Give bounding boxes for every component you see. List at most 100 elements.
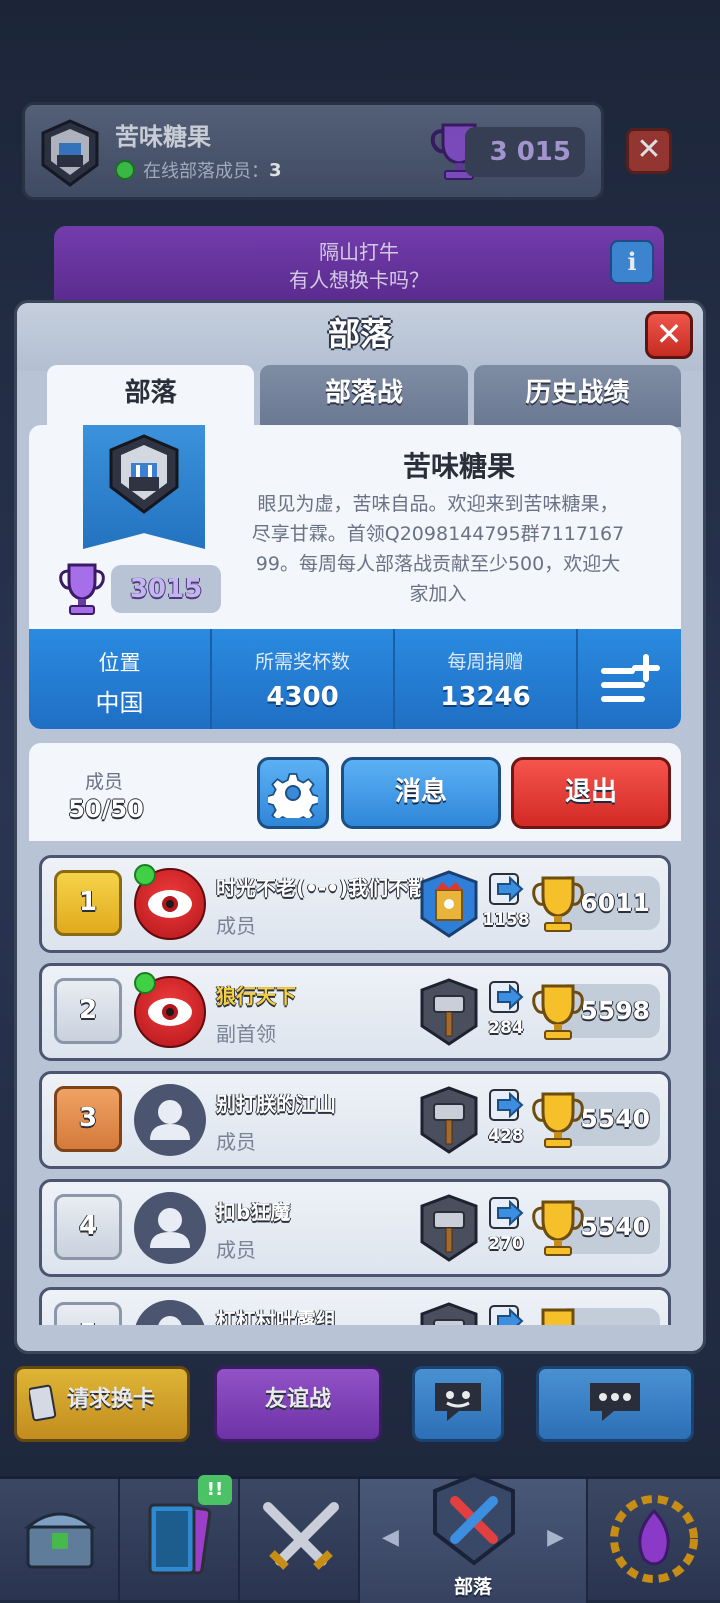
member-role: 成员 (216, 914, 256, 938)
rank-badge: 1 (54, 870, 122, 936)
donation-icon (489, 1089, 524, 1121)
right-arrow-icon: ▶ (547, 1525, 564, 1550)
member-name: 别打朕的江山 (216, 1092, 336, 1116)
online-status-icon (134, 864, 156, 886)
settings-button[interactable] (257, 757, 329, 829)
clan-banner (83, 425, 205, 549)
avatar (134, 1192, 206, 1264)
member-role: 副首领 (216, 1022, 276, 1046)
trophy-icon (532, 1092, 584, 1148)
rank-badge: 3 (54, 1086, 122, 1152)
donation-icon (489, 981, 524, 1013)
donation-count: 284 (488, 1018, 524, 1038)
chat-message-preview: 隔山打牛 有人想换卡吗？ i (54, 226, 664, 310)
stat-weekly-donations: 每周捐赠 13246 (395, 629, 578, 729)
emote-icon (435, 1383, 481, 1421)
member-list[interactable]: 1 时光不老(•-•)我们不散 成员 1158 6011 2 狼行天下 副首领 … (39, 855, 671, 1325)
online-label: 在线部落成员： (143, 161, 269, 182)
members-label: 成员 (84, 771, 123, 793)
trophy-icon (532, 1200, 584, 1256)
online-status-icon (134, 972, 156, 994)
nav-shop[interactable] (0, 1479, 120, 1603)
rank-badge: 5 (54, 1302, 122, 1325)
member-name: 杠杠村吐露组 (216, 1308, 336, 1325)
clan-nav-icon (433, 1472, 515, 1566)
clan-info-card: 3015 苦味糖果 眼见为虚，苦味自品。欢迎来到苦味糖果，尽享甘霖。首领Q209… (29, 425, 681, 729)
message-button[interactable]: 消息 (341, 757, 501, 829)
chat-sender: 隔山打牛 (319, 240, 399, 264)
chat-button[interactable] (536, 1366, 694, 1442)
tab-war-history[interactable]: 历史战绩 (473, 365, 681, 427)
donation-count: 270 (488, 1234, 524, 1254)
clan-name: 苦味糖果 (115, 123, 211, 151)
panel-title: 部落 (17, 303, 703, 371)
clan-trophies: 3 015 (465, 127, 585, 177)
member-row[interactable]: 2 狼行天下 副首领 284 5598 (39, 963, 671, 1061)
default-avatar-icon (150, 1100, 190, 1140)
member-row[interactable]: 1 时光不老(•-•)我们不散 成员 1158 6011 (39, 855, 671, 953)
clan-menu-button[interactable] (578, 629, 681, 729)
info-icon[interactable]: i (610, 240, 654, 284)
trophy-icon (541, 1308, 575, 1325)
cards-icon (148, 1503, 212, 1575)
chat-bubble-icon (590, 1383, 640, 1421)
nav-battle[interactable] (240, 1479, 360, 1603)
rank-badge: 2 (54, 978, 122, 1044)
rank-badge: 4 (54, 1194, 122, 1260)
avatar (134, 1084, 206, 1156)
stat-required-label: 所需奖杯数 (254, 651, 350, 673)
member-name: 狼行天下 (216, 984, 296, 1008)
nav-clan[interactable]: ◀ ▶ 部落 (360, 1472, 588, 1603)
friendly-battle-button[interactable]: 友谊战 (214, 1366, 382, 1442)
clan-trophy-count: 3015 (111, 565, 221, 613)
online-dot-icon (115, 160, 135, 180)
clan-badge-icon (109, 434, 179, 514)
hammer-arena-icon (420, 1302, 478, 1325)
close-button[interactable]: ✕ (645, 311, 693, 359)
donation-count: 428 (488, 1126, 524, 1146)
default-avatar-icon (150, 1208, 190, 1248)
laurel-icon (610, 1495, 698, 1583)
members-count: 50/50 (68, 795, 144, 823)
hammer-arena-icon (420, 978, 478, 1046)
nav-events[interactable] (588, 1479, 720, 1603)
member-row[interactable]: 3 别打朕的江山 成员 428 5540 (39, 1071, 671, 1169)
request-cards-button[interactable]: 请求换卡 (14, 1366, 190, 1442)
default-avatar-icon (158, 1316, 182, 1325)
left-arrow-icon: ◀ (382, 1525, 399, 1550)
cards-badge: !! (198, 1475, 232, 1505)
tab-clan[interactable]: 部落 (47, 365, 255, 427)
member-role: 成员 (216, 1238, 256, 1262)
member-role: 成员 (216, 1130, 256, 1154)
clan-header-bar[interactable]: 苦味糖果 在线部落成员： 3 3 015 (22, 102, 604, 200)
emote-button[interactable] (412, 1366, 504, 1442)
members-header: 成员 50/50 消息 退出 (29, 743, 681, 841)
nav-cards[interactable]: !! (120, 1475, 240, 1603)
online-count: 3 (269, 159, 282, 181)
online-members: 在线部落成员： 3 (115, 157, 282, 183)
clan-shield-icon (41, 119, 99, 187)
list-add-icon (600, 654, 660, 702)
stat-donations-label: 每周捐赠 (447, 651, 524, 673)
bottom-navigation: !! ◀ ▶ 部落 (0, 1472, 720, 1603)
leave-button[interactable]: 退出 (511, 757, 671, 829)
member-row[interactable]: 5 杠杠村吐露组 (39, 1287, 671, 1325)
trophy-icon (532, 876, 584, 932)
tab-clan-war[interactable]: 部落战 (260, 365, 468, 427)
hammer-arena-icon (420, 1194, 478, 1262)
member-name: 时光不老(•-•)我们不散 (216, 876, 429, 900)
stat-location-label: 位置 (98, 651, 141, 675)
clan-description: 眼见为虚，苦味自品。欢迎来到苦味糖果，尽享甘霖。首领Q2098144795群71… (251, 493, 625, 605)
trophy-icon (59, 563, 105, 615)
trophy-icon (532, 984, 584, 1040)
stat-location: 位置 中国 (29, 629, 212, 729)
clan-stats-bar: 位置 中国 所需奖杯数 4300 每周捐赠 13246 (29, 629, 681, 729)
member-row[interactable]: 4 扣b狂魔 成员 270 5540 (39, 1179, 671, 1277)
stat-location-value: 中国 (95, 689, 144, 717)
card-icon (29, 1384, 57, 1422)
donation-icon (489, 1197, 524, 1229)
clan-panel: 部落 ✕ 部落 部落战 历史战绩 3015 苦味糖果 眼见为虚，苦味自品。欢迎来… (14, 300, 706, 1354)
nav-clan-label: 部落 (453, 1576, 492, 1598)
close-icon[interactable]: ✕ (626, 128, 672, 174)
donation-icon (489, 1305, 524, 1325)
